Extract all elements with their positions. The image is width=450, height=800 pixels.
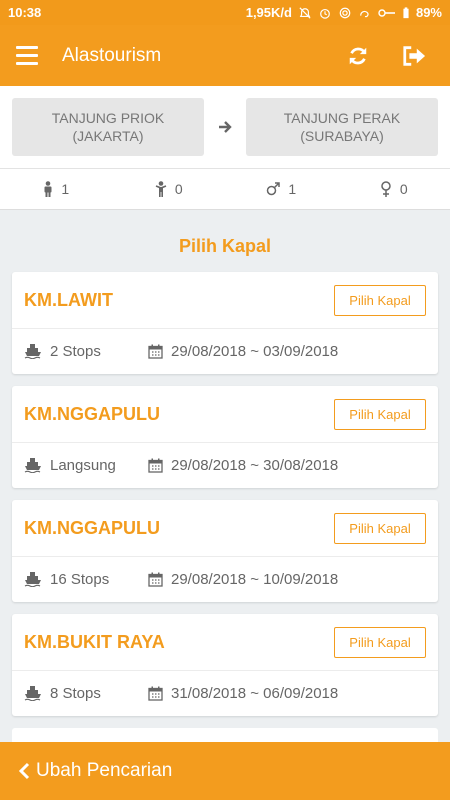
dates-label: 31/08/2018 ~ 06/09/2018 [171, 684, 339, 702]
ship-stops: 2 Stops [24, 343, 148, 360]
refresh-button[interactable] [338, 36, 378, 76]
ship-icon [24, 572, 41, 587]
swirl-icon [360, 10, 369, 17]
ship-card-details: 16 Stops 29/08/2018 ~ 10/09/2018 [12, 557, 438, 601]
change-search-button[interactable]: Ubah Pencarian [0, 742, 450, 800]
destination-name: TANJUNG PERAK [283, 110, 401, 126]
section-title: Pilih Kapal [178, 236, 272, 256]
ship-dates: 29/08/2018 ~ 03/09/2018 [148, 343, 338, 360]
stops-label: 2 Stops [50, 342, 101, 360]
calendar-icon [148, 572, 163, 587]
female-icon [381, 181, 391, 197]
origin-port-button[interactable]: TANJUNG PRIOK (JAKARTA) [12, 98, 204, 156]
ship-dates: 31/08/2018 ~ 06/09/2018 [148, 685, 338, 702]
alarm-icon [320, 8, 330, 19]
calendar-icon [148, 344, 163, 359]
arrow-right-icon [216, 120, 234, 134]
route-selector: TANJUNG PRIOK (JAKARTA) TANJUNG PERAK (S… [0, 86, 450, 168]
ship-list: KM.LAWIT Pilih Kapal 2 Stops 29/08/2018 … [0, 272, 450, 748]
male-count: 1 [288, 181, 297, 197]
ship-card: KM.LAWIT Pilih Kapal 2 Stops 29/08/2018 … [12, 272, 438, 374]
ship-name: KM.NGGAPULU [24, 517, 160, 538]
key-icon [378, 8, 395, 17]
network-speed: 1,95K/d [245, 5, 292, 20]
pax-adult: 1 [0, 181, 113, 197]
notifications-off-icon [299, 6, 311, 19]
dates-label: 29/08/2018 ~ 10/09/2018 [171, 570, 339, 588]
ship-stops: Langsung [24, 457, 148, 474]
stops-label: Langsung [50, 456, 116, 474]
ship-name: KM.LAWIT [24, 289, 113, 310]
calendar-icon [148, 686, 163, 701]
status-right: 1,95K/d 89% [246, 5, 442, 20]
dates-label: 29/08/2018 ~ 30/08/2018 [171, 456, 339, 474]
adult-count: 1 [61, 181, 70, 197]
destination-city: (SURABAYA) [300, 128, 384, 144]
ship-card-details: 2 Stops 29/08/2018 ~ 03/09/2018 [12, 329, 438, 373]
ship-name: KM.NGGAPULU [24, 403, 160, 424]
stops-label: 8 Stops [50, 684, 101, 702]
ship-dates: 29/08/2018 ~ 30/08/2018 [148, 457, 338, 474]
pick-ship-button[interactable]: Pilih Kapal [334, 626, 426, 658]
ship-card-details: 8 Stops 31/08/2018 ~ 06/09/2018 [12, 671, 438, 715]
ship-icon [24, 686, 41, 701]
ship-card: KM.BUKIT RAYA Pilih Kapal 8 Stops 31/08/… [12, 614, 438, 716]
dates-label: 29/08/2018 ~ 03/09/2018 [171, 342, 339, 360]
ship-icon [24, 344, 41, 359]
stops-label: 16 Stops [50, 570, 110, 588]
pax-child: 0 [113, 181, 226, 197]
pick-ship-button[interactable]: Pilih Kapal [334, 512, 426, 544]
child-icon [155, 181, 167, 197]
male-icon [267, 182, 281, 196]
sync-icon [339, 7, 351, 18]
pax-male: 1 [225, 181, 338, 197]
origin-city: (JAKARTA) [72, 128, 144, 144]
calendar-icon [148, 458, 163, 473]
passenger-summary: 1 0 1 0 [0, 168, 450, 210]
child-count: 0 [174, 181, 183, 197]
hamburger-menu-icon[interactable] [16, 41, 46, 71]
origin-name: TANJUNG PRIOK [51, 110, 165, 126]
ship-card: KM.NGGAPULU Pilih Kapal 16 Stops 29/08/2… [12, 500, 438, 602]
ship-icon [24, 458, 41, 473]
ship-card: KM.NGGAPULU Pilih Kapal Langsung 29/08/2… [12, 386, 438, 488]
change-search-label: Ubah Pencarian [36, 760, 173, 781]
ship-dates: 29/08/2018 ~ 10/09/2018 [148, 571, 338, 588]
ship-stops: 16 Stops [24, 571, 148, 588]
pax-female: 0 [338, 181, 450, 197]
ship-stops: 8 Stops [24, 685, 148, 702]
logout-button[interactable] [394, 36, 434, 76]
ship-card-header: KM.LAWIT Pilih Kapal [12, 272, 438, 329]
status-time: 10:38 [8, 5, 42, 20]
adult-icon [44, 181, 52, 197]
battery-icon [403, 6, 409, 18]
app-bar: Alastourism [0, 25, 450, 86]
ship-name: KM.BUKIT RAYA [24, 631, 165, 652]
pick-ship-button[interactable]: Pilih Kapal [334, 284, 426, 316]
app-title: Alastourism [62, 44, 162, 66]
chevron-left-icon [18, 762, 30, 780]
ship-card-details: Langsung 29/08/2018 ~ 30/08/2018 [12, 443, 438, 487]
refresh-icon [349, 47, 367, 64]
ship-card-header: KM.BUKIT RAYA Pilih Kapal [12, 614, 438, 671]
status-bar: 10:38 1,95K/d 89% [0, 0, 450, 25]
logout-icon [403, 45, 426, 66]
battery-percent: 89% [415, 5, 442, 20]
ship-card-header: KM.NGGAPULU Pilih Kapal [12, 500, 438, 557]
destination-port-button[interactable]: TANJUNG PERAK (SURABAYA) [246, 98, 438, 156]
pick-ship-button[interactable]: Pilih Kapal [334, 398, 426, 430]
female-count: 0 [399, 181, 408, 197]
ship-card-header: KM.NGGAPULU Pilih Kapal [12, 386, 438, 443]
